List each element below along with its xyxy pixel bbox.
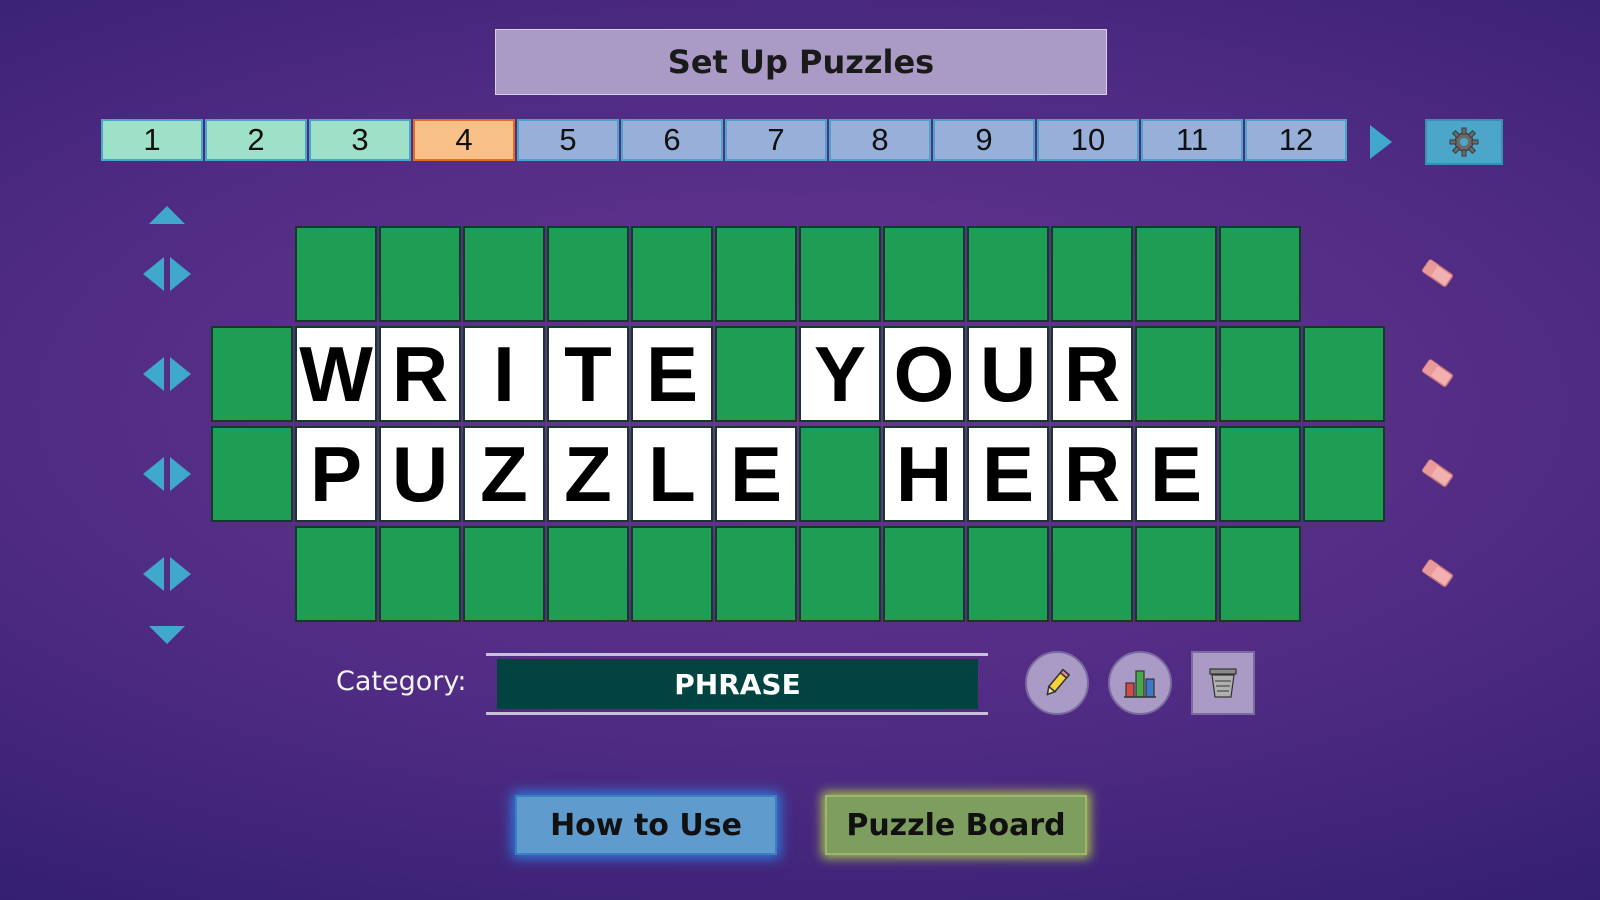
board-tile-empty[interactable] [1219,226,1301,322]
puzzle-tab[interactable]: 10 [1037,119,1139,161]
shift-right-icon[interactable] [170,357,191,391]
board-tile-letter[interactable]: E [631,326,713,422]
board-tile-empty[interactable] [1219,426,1301,522]
eraser-icon[interactable] [1417,454,1457,494]
puzzle-tabs: 1 2 3 4 5 6 7 8 9 10 11 12 [101,119,1349,165]
board-tile-empty[interactable] [715,326,797,422]
board-tile-letter[interactable]: Z [463,426,545,522]
board-tile-letter[interactable]: O [883,326,965,422]
board-tile-empty[interactable] [631,226,713,322]
board-tile-empty[interactable] [799,526,881,622]
puzzle-tab[interactable]: 5 [517,119,619,161]
board-tile-empty[interactable] [211,426,293,522]
edit-button[interactable] [1025,651,1089,715]
row-shift-controls [143,457,193,493]
triangle-up-icon[interactable] [149,206,185,224]
board-tile-letter[interactable]: U [967,326,1049,422]
shift-right-icon[interactable] [170,257,191,291]
board-tile-letter[interactable]: R [379,326,461,422]
board-tile-empty[interactable] [547,226,629,322]
board-tile-empty[interactable] [631,526,713,622]
board-tile-empty[interactable] [1135,526,1217,622]
board-tile-letter[interactable]: E [715,426,797,522]
board-tile-empty[interactable] [715,226,797,322]
board-tile-empty[interactable] [1219,526,1301,622]
row-shift-controls [143,557,193,593]
page-title: Set Up Puzzles [495,29,1107,95]
board-tile-letter[interactable]: P [295,426,377,522]
puzzle-tab[interactable]: 2 [205,119,307,161]
board-tile-empty[interactable] [379,226,461,322]
board-tile-empty[interactable] [211,326,293,422]
board-tile-empty[interactable] [463,526,545,622]
board-tile-letter[interactable]: E [967,426,1049,522]
category-label: Category: [336,666,467,697]
gear-icon [1449,127,1479,157]
board-tile-letter[interactable]: Y [799,326,881,422]
board-tile-letter[interactable]: Z [547,426,629,522]
puzzle-tab[interactable]: 7 [725,119,827,161]
board-tile-empty[interactable] [379,526,461,622]
shift-right-icon[interactable] [170,457,191,491]
delete-button[interactable] [1191,651,1255,715]
board-tile-letter[interactable]: H [883,426,965,522]
bar-chart-icon [1124,670,1156,698]
trash-icon [1209,668,1237,698]
settings-button[interactable] [1425,119,1503,165]
category-field[interactable]: PHRASE [497,659,978,709]
board-tile-empty[interactable] [1135,326,1217,422]
board-tile-empty[interactable] [1303,326,1385,422]
board-tile-empty[interactable] [799,426,881,522]
puzzle-tab[interactable]: 8 [829,119,931,161]
puzzle-tab[interactable]: 9 [933,119,1035,161]
eraser-icon[interactable] [1417,354,1457,394]
how-to-use-button[interactable]: How to Use [515,795,777,855]
puzzle-tab[interactable]: 6 [621,119,723,161]
board-tile-letter[interactable]: T [547,326,629,422]
shift-left-icon[interactable] [143,257,164,291]
shift-right-icon[interactable] [170,557,191,591]
board-tile-letter[interactable]: W [295,326,377,422]
board-tile-empty[interactable] [883,526,965,622]
pencil-icon [1046,668,1071,696]
eraser-icon[interactable] [1417,554,1457,594]
eraser-icon[interactable] [1417,254,1457,294]
puzzle-tab[interactable]: 3 [309,119,411,161]
board-tile-empty[interactable] [295,526,377,622]
row-shift-controls [143,357,193,393]
board-tile-empty[interactable] [715,526,797,622]
stats-button[interactable] [1108,651,1172,715]
board-tile-empty[interactable] [1135,226,1217,322]
next-arrow-icon[interactable] [1370,125,1392,159]
shift-left-icon[interactable] [143,357,164,391]
board-tile-letter[interactable]: R [1051,426,1133,522]
puzzle-tab[interactable]: 12 [1245,119,1347,161]
board-tile-empty[interactable] [295,226,377,322]
board-tile-empty[interactable] [967,226,1049,322]
board-tile-letter[interactable]: I [463,326,545,422]
board-tile-empty[interactable] [1303,426,1385,522]
shift-left-icon[interactable] [143,457,164,491]
board-tile-letter[interactable]: L [631,426,713,522]
board-tile-empty[interactable] [883,226,965,322]
board-tile-empty[interactable] [463,226,545,322]
board-tile-empty[interactable] [799,226,881,322]
board-tile-empty[interactable] [547,526,629,622]
puzzle-tab[interactable]: 11 [1141,119,1243,161]
puzzle-tab[interactable]: 1 [101,119,203,161]
board-tile-empty[interactable] [1051,226,1133,322]
puzzle-board-button[interactable]: Puzzle Board [825,795,1087,855]
board-tile-letter[interactable]: R [1051,326,1133,422]
board-tile-empty[interactable] [1051,526,1133,622]
shift-left-icon[interactable] [143,557,164,591]
board-tile-letter[interactable]: U [379,426,461,522]
triangle-down-icon[interactable] [149,626,185,644]
board-tile-letter[interactable]: E [1135,426,1217,522]
board-tile-empty[interactable] [967,526,1049,622]
row-shift-controls [143,257,193,293]
board-tile-empty[interactable] [1219,326,1301,422]
puzzle-tab[interactable]: 4 [413,119,515,161]
